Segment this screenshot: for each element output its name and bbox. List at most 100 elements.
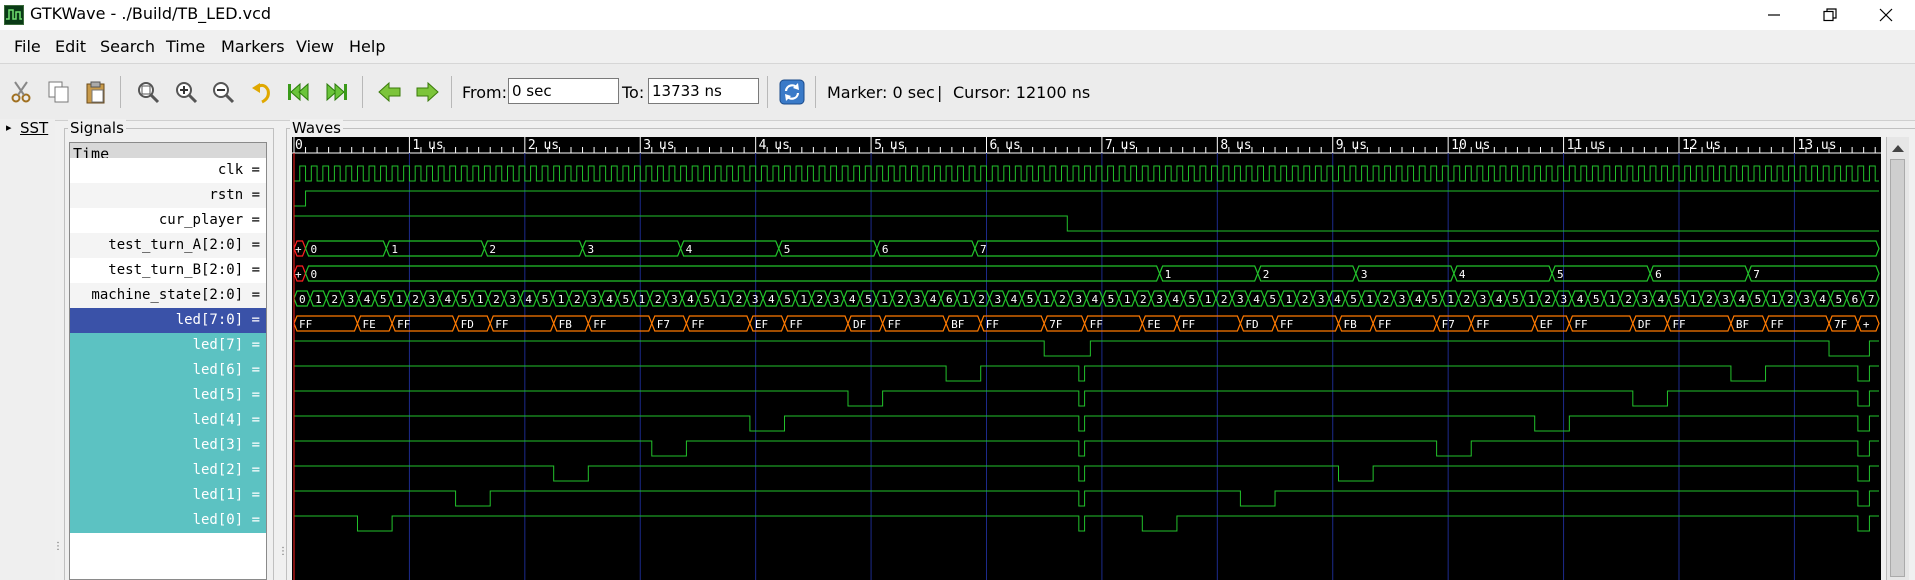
signal-row-led-2[interactable]: led[2] = — [70, 458, 266, 483]
waveform-canvas[interactable]: 0 1 us 2 us 3 us 4 us 5 us 6 us 7 us 8 us 9 us 10 … — [292, 137, 1881, 580]
led-bus-value: DF — [1638, 318, 1651, 331]
signal-row-led-7-0[interactable]: led[7:0] = — [70, 308, 266, 333]
copy-icon[interactable] — [45, 78, 73, 106]
wave-display[interactable]: 0 1 us 2 us 3 us 4 us 5 us 6 us 7 us 8 us 9 us 10 … — [292, 137, 1881, 580]
undo-zoom-icon[interactable] — [248, 78, 276, 106]
machine-state-value: 5 — [1674, 293, 1681, 306]
menu-file[interactable]: File — [14, 37, 41, 56]
machine-state-value: 5 — [542, 293, 549, 306]
signal-row-test_turn_A-2-0[interactable]: test_turn_A[2:0] = — [70, 233, 266, 258]
signal-row-led-4[interactable]: led[4] = — [70, 408, 266, 433]
zoom-fit-icon[interactable] — [134, 78, 162, 106]
menu-time[interactable]: Time — [166, 37, 205, 56]
machine-state-value: 1 — [1447, 293, 1454, 306]
test-turn-a-segment — [974, 240, 1880, 257]
machine-state-value: 4 — [1011, 293, 1018, 306]
machine-state-value: 1 — [881, 293, 888, 306]
menu-markers[interactable]: Markers — [221, 37, 285, 56]
ruler-label: 7 us — [1105, 138, 1136, 153]
test-turn-b-value: 7 — [1753, 268, 1760, 281]
led-bus-value: EF — [1540, 318, 1553, 331]
signal-row-clk[interactable]: clk = — [70, 158, 266, 183]
sst-label[interactable]: SST — [20, 119, 48, 137]
machine-state-value: 4 — [1658, 293, 1665, 306]
led-bus-value: FD — [461, 318, 474, 331]
machine-state-value: 3 — [509, 293, 516, 306]
from-input[interactable] — [508, 78, 619, 104]
to-start-icon[interactable] — [285, 78, 313, 106]
led-bus-value: FF — [299, 318, 312, 331]
test-turn-b-segment — [1257, 265, 1357, 282]
signal-row-led-5[interactable]: led[5] = — [70, 383, 266, 408]
to-input[interactable] — [648, 78, 759, 104]
machine-state-value: 4 — [1253, 293, 1260, 306]
machine-state-value: 1 — [720, 293, 727, 306]
to-end-icon[interactable] — [322, 78, 350, 106]
zoom-out-icon[interactable] — [209, 78, 237, 106]
led-5-waveform — [294, 390, 1879, 407]
menu-help[interactable]: Help — [349, 37, 385, 56]
machine-state-value: 5 — [1755, 293, 1762, 306]
signal-name: led[1] = — [192, 487, 260, 503]
signal-row-cur_player[interactable]: cur_player = — [70, 208, 266, 233]
menu-edit[interactable]: Edit — [55, 37, 86, 56]
machine-state-value: 4 — [1577, 293, 1584, 306]
led-bus-value: FF — [1672, 318, 1685, 331]
signal-row-rstn[interactable]: rstn = — [70, 183, 266, 208]
signal-row-test_turn_B-2-0[interactable]: test_turn_B[2:0] = — [70, 258, 266, 283]
maximize-button[interactable] — [1802, 0, 1858, 30]
test-turn-b-segment — [1453, 265, 1553, 282]
close-button[interactable] — [1858, 0, 1914, 30]
machine-state-value: 4 — [1172, 293, 1179, 306]
machine-state-value: 2 — [897, 293, 904, 306]
signal-row-led-6[interactable]: led[6] = — [70, 358, 266, 383]
toolbar-separator — [767, 76, 768, 108]
test-turn-b-value: 3 — [1361, 268, 1368, 281]
machine-state-value: 3 — [994, 293, 1001, 306]
led-bus-value: FF — [888, 318, 901, 331]
signal-name: test_turn_A[2:0] = — [108, 237, 260, 253]
reload-icon[interactable] — [778, 78, 806, 106]
machine-state-value: 1 — [639, 293, 646, 306]
machine-state-value: 2 — [655, 293, 662, 306]
forward-icon[interactable] — [413, 78, 441, 106]
signal-name: led[3] = — [192, 437, 260, 453]
machine-state-value: 1 — [962, 293, 969, 306]
menu-search[interactable]: Search — [100, 37, 155, 56]
cut-icon[interactable] — [7, 78, 35, 106]
led-bus-value: FB — [559, 318, 573, 331]
signal-row-led-1[interactable]: led[1] = — [70, 483, 266, 508]
minimize-button[interactable] — [1746, 0, 1802, 30]
signal-name: test_turn_B[2:0] = — [108, 262, 260, 278]
ruler-label: 9 us — [1336, 138, 1367, 153]
machine-state-value: 5 — [1593, 293, 1600, 306]
machine-state-value: 3 — [1641, 293, 1648, 306]
back-icon[interactable] — [376, 78, 404, 106]
scrollbar-thumb[interactable] — [1890, 159, 1905, 577]
machine-state-value: 3 — [348, 293, 355, 306]
machine-state-value: 2 — [1625, 293, 1632, 306]
signal-name: cur_player = — [158, 212, 260, 228]
zoom-in-icon[interactable] — [172, 78, 200, 106]
signal-row-machine_state-2-0[interactable]: machine_state[2:0] = — [70, 283, 266, 308]
vertical-scrollbar[interactable] — [1886, 137, 1909, 580]
machine-state-value: 3 — [1399, 293, 1406, 306]
menu-view[interactable]: View — [296, 37, 334, 56]
test-turn-b-segment — [1649, 265, 1749, 282]
signal-row-led-0[interactable]: led[0] = — [70, 508, 266, 533]
test-turn-b-segment — [1355, 265, 1455, 282]
gtkwave-app-icon — [4, 5, 24, 25]
machine-state-value: 1 — [1366, 293, 1373, 306]
machine-state-value: 2 — [817, 293, 824, 306]
signal-row-led-7[interactable]: led[7] = — [70, 333, 266, 358]
sst-expander-icon[interactable]: ▸ — [6, 121, 12, 134]
signal-row-led-3[interactable]: led[3] = — [70, 433, 266, 458]
scroll-up-icon[interactable] — [1887, 139, 1909, 159]
toolbar-separator — [362, 76, 363, 108]
ruler-label: 13 us — [1797, 138, 1836, 153]
machine-state-value: 3 — [752, 293, 759, 306]
led-bus-value: FF — [691, 318, 704, 331]
paste-icon[interactable] — [82, 78, 110, 106]
led-4-waveform — [294, 415, 1879, 432]
machine-state-value: 0 — [299, 293, 306, 306]
